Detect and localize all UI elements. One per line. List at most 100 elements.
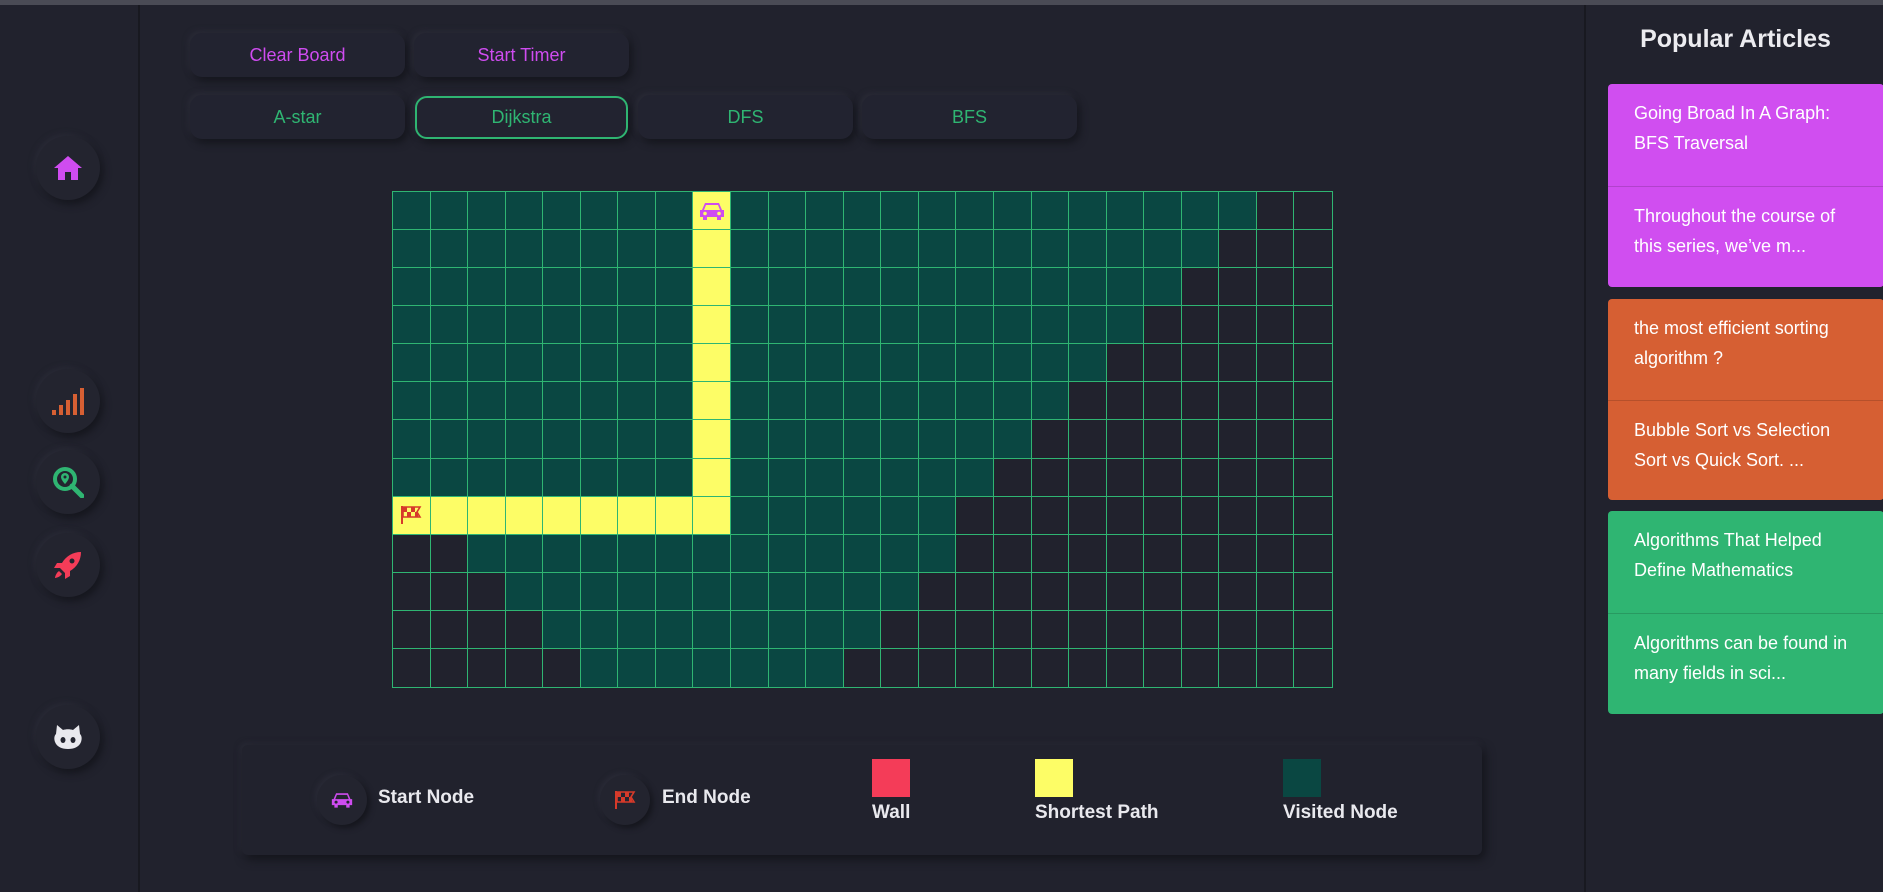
grid-cell[interactable]: [806, 192, 844, 231]
grid-cell[interactable]: [580, 534, 619, 573]
grid-cell[interactable]: [731, 496, 769, 535]
grid-cell[interactable]: [731, 230, 769, 269]
grid-cell[interactable]: [655, 306, 694, 345]
grid-cell[interactable]: [956, 496, 994, 535]
grid-cell[interactable]: [393, 420, 431, 459]
grid-cell[interactable]: [580, 382, 619, 421]
grid-cell[interactable]: [731, 192, 769, 231]
grid-cell[interactable]: [918, 496, 957, 535]
grid-cell[interactable]: [505, 192, 544, 231]
grid-cell[interactable]: [543, 382, 581, 421]
grid-cell[interactable]: [618, 420, 656, 459]
grid-cell[interactable]: [1294, 572, 1332, 611]
start-timer-button[interactable]: Start Timer: [414, 33, 629, 77]
grid-cell[interactable]: [655, 572, 694, 611]
article-card[interactable]: Algorithms That Helped Define Mathematic…: [1608, 511, 1883, 714]
grid-cell[interactable]: [768, 648, 807, 687]
grid-cell[interactable]: [393, 382, 431, 421]
grid-cell[interactable]: [655, 344, 694, 383]
grid-cell[interactable]: [580, 648, 619, 687]
grid-cell[interactable]: [731, 268, 769, 307]
grid-cell[interactable]: [618, 344, 656, 383]
article-title[interactable]: Going Broad In A Graph: BFS Traversal: [1608, 84, 1883, 186]
article-excerpt[interactable]: Algorithms can be found in many fields i…: [1608, 612, 1883, 715]
grid-cell[interactable]: [468, 230, 506, 269]
grid-cell[interactable]: [618, 572, 656, 611]
grid-cell[interactable]: [993, 268, 1032, 307]
grid-cell[interactable]: [918, 344, 957, 383]
grid-cell[interactable]: [505, 648, 544, 687]
grid-cell[interactable]: [505, 230, 544, 269]
grid-cell[interactable]: [806, 648, 844, 687]
grid-cell[interactable]: [731, 648, 769, 687]
grid-cell[interactable]: [505, 458, 544, 497]
rocket-button[interactable]: [36, 533, 100, 597]
grid-cell[interactable]: [543, 496, 581, 535]
grid-cell[interactable]: [768, 496, 807, 535]
grid-cell[interactable]: [1069, 610, 1107, 649]
grid-cell[interactable]: [1031, 496, 1070, 535]
grid-cell[interactable]: [430, 192, 469, 231]
grid-cell[interactable]: [468, 268, 506, 307]
grid-cell[interactable]: [806, 420, 844, 459]
grid-cell[interactable]: [1294, 648, 1332, 687]
grid-cell[interactable]: [918, 610, 957, 649]
grid-cell[interactable]: [393, 192, 431, 231]
grid-cell[interactable]: [1106, 306, 1145, 345]
grid-cell[interactable]: [1106, 230, 1145, 269]
grid-cell[interactable]: [843, 192, 882, 231]
grid-cell[interactable]: [693, 458, 732, 497]
grid-cell[interactable]: [655, 534, 694, 573]
grid-cell[interactable]: [468, 458, 506, 497]
grid-cell[interactable]: [881, 458, 919, 497]
grid-cell[interactable]: [1181, 382, 1220, 421]
grid-cell[interactable]: [881, 420, 919, 459]
grid-cell[interactable]: [956, 534, 994, 573]
grid-cell[interactable]: [543, 268, 581, 307]
grid-cell[interactable]: [1219, 572, 1257, 611]
grid-cell[interactable]: [430, 344, 469, 383]
grid-cell[interactable]: [430, 458, 469, 497]
end-node-cell[interactable]: [393, 496, 431, 535]
grid-cell[interactable]: [1031, 610, 1070, 649]
grid-cell[interactable]: [1031, 458, 1070, 497]
grid-cell[interactable]: [468, 344, 506, 383]
algo-tab-astar[interactable]: A-star: [190, 95, 405, 139]
grid-cell[interactable]: [693, 648, 732, 687]
grid-cell[interactable]: [505, 344, 544, 383]
grid-cell[interactable]: [1031, 230, 1070, 269]
grid-cell[interactable]: [1069, 458, 1107, 497]
grid-cell[interactable]: [618, 458, 656, 497]
grid-cell[interactable]: [1069, 192, 1107, 231]
grid-cell[interactable]: [655, 496, 694, 535]
grid-cell[interactable]: [1069, 230, 1107, 269]
grid-cell[interactable]: [843, 344, 882, 383]
grid-cell[interactable]: [768, 268, 807, 307]
grid-cell[interactable]: [655, 230, 694, 269]
grid-cell[interactable]: [505, 496, 544, 535]
grid-cell[interactable]: [768, 420, 807, 459]
article-excerpt[interactable]: Throughout the course of this series, we…: [1608, 185, 1883, 288]
grid-cell[interactable]: [1069, 496, 1107, 535]
grid-cell[interactable]: [843, 420, 882, 459]
grid-cell[interactable]: [1144, 268, 1182, 307]
grid-cell[interactable]: [1256, 534, 1295, 573]
grid-cell[interactable]: [993, 610, 1032, 649]
grid-cell[interactable]: [956, 230, 994, 269]
grid-cell[interactable]: [731, 610, 769, 649]
grid-cell[interactable]: [693, 610, 732, 649]
grid-cell[interactable]: [806, 572, 844, 611]
grid-cell[interactable]: [1181, 344, 1220, 383]
grid-cell[interactable]: [1181, 192, 1220, 231]
grid-cell[interactable]: [1106, 458, 1145, 497]
grid-cell[interactable]: [1219, 306, 1257, 345]
grid-cell[interactable]: [1069, 344, 1107, 383]
grid-cell[interactable]: [993, 534, 1032, 573]
grid-cell[interactable]: [843, 572, 882, 611]
grid-cell[interactable]: [393, 268, 431, 307]
grid-cell[interactable]: [1256, 496, 1295, 535]
grid-cell[interactable]: [768, 192, 807, 231]
stats-button[interactable]: [36, 369, 100, 433]
grid-cell[interactable]: [505, 268, 544, 307]
grid-cell[interactable]: [918, 268, 957, 307]
